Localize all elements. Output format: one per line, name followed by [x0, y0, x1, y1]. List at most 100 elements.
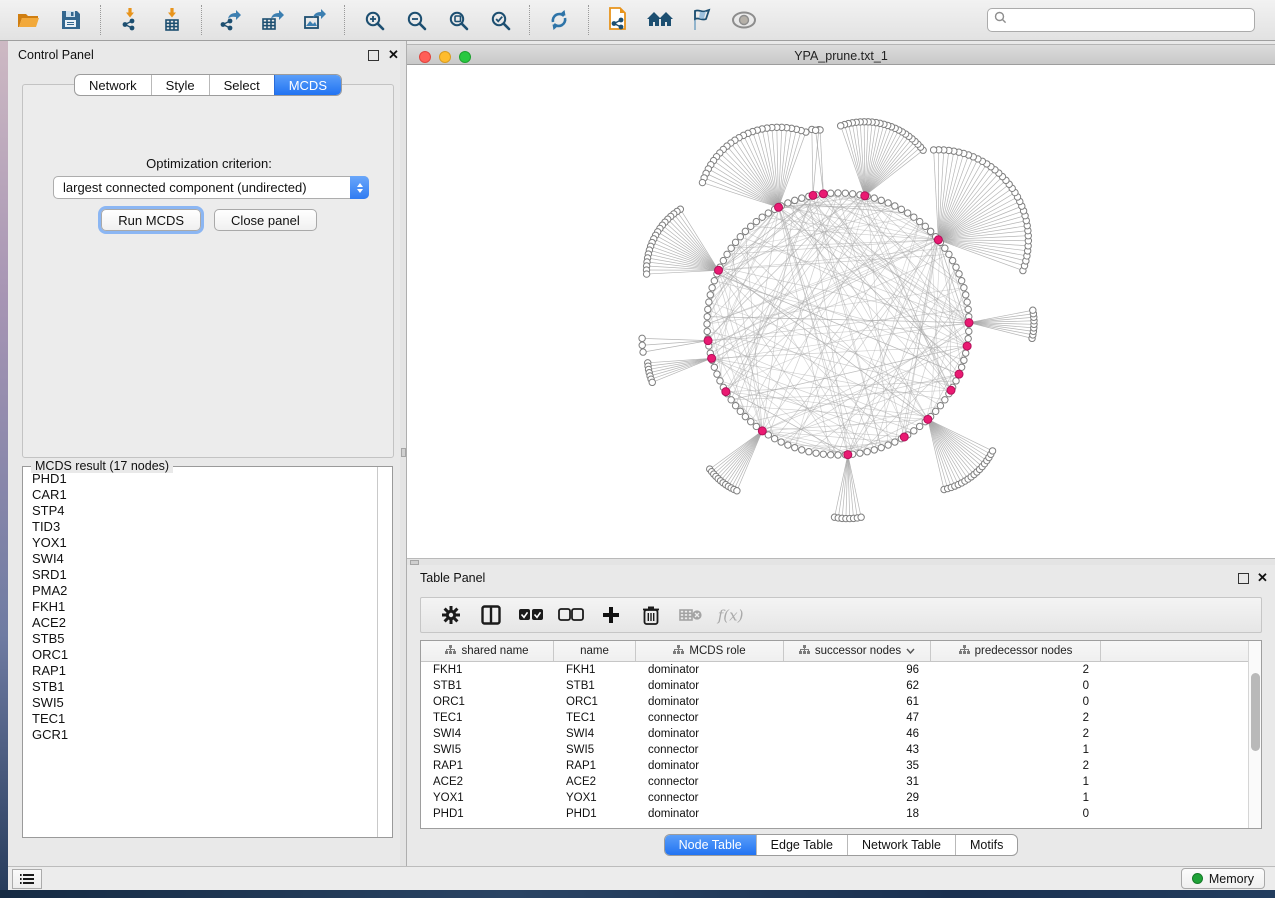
- cell-name[interactable]: FKH1: [554, 664, 636, 676]
- graph-node[interactable]: [799, 195, 805, 201]
- cell-successor-nodes[interactable]: 43: [784, 744, 931, 756]
- graph-node[interactable]: [748, 418, 754, 424]
- graph-node[interactable]: [720, 257, 726, 263]
- cell-MCDS-role[interactable]: dominator: [636, 808, 784, 820]
- mcds-result-item[interactable]: STB1: [24, 679, 376, 695]
- mcds-node[interactable]: [844, 451, 852, 459]
- run-mcds-button[interactable]: Run MCDS: [101, 209, 201, 231]
- graph-node[interactable]: [930, 147, 936, 153]
- graph-node[interactable]: [911, 214, 917, 220]
- graph-node[interactable]: [704, 321, 710, 327]
- cell-predecessor-nodes[interactable]: 0: [931, 680, 1101, 692]
- mcds-node[interactable]: [722, 388, 730, 396]
- import-table-icon[interactable]: [157, 5, 187, 35]
- toggle-columns-icon[interactable]: [476, 600, 506, 630]
- graph-node[interactable]: [639, 342, 645, 348]
- splitter-handle[interactable]: [401, 448, 406, 457]
- graph-node[interactable]: [748, 223, 754, 229]
- network-document-icon[interactable]: [603, 5, 633, 35]
- cell-MCDS-role[interactable]: dominator: [636, 728, 784, 740]
- select-all-checkboxes-icon[interactable]: [516, 600, 546, 630]
- graph-node[interactable]: [953, 378, 959, 384]
- cell-shared-name[interactable]: YOX1: [421, 792, 554, 804]
- cell-successor-nodes[interactable]: 62: [784, 680, 931, 692]
- zoom-in-icon[interactable]: [359, 5, 389, 35]
- cell-shared-name[interactable]: SWI5: [421, 744, 554, 756]
- table-scrollbar[interactable]: [1248, 641, 1261, 828]
- cell-MCDS-role[interactable]: connector: [636, 792, 784, 804]
- cell-name[interactable]: YOX1: [554, 792, 636, 804]
- mcds-node[interactable]: [758, 427, 766, 435]
- tab-edge-table[interactable]: Edge Table: [756, 835, 847, 855]
- cell-predecessor-nodes[interactable]: 2: [931, 760, 1101, 772]
- cell-predecessor-nodes[interactable]: 2: [931, 712, 1101, 724]
- graph-node[interactable]: [922, 223, 928, 229]
- graph-node[interactable]: [911, 428, 917, 434]
- graph-node[interactable]: [728, 397, 734, 403]
- cell-name[interactable]: SWI5: [554, 744, 636, 756]
- cell-successor-nodes[interactable]: 96: [784, 664, 931, 676]
- graph-node[interactable]: [728, 245, 734, 251]
- mcds-result-item[interactable]: FKH1: [24, 599, 376, 615]
- close-panel-button[interactable]: Close panel: [214, 209, 317, 231]
- mcds-result-item[interactable]: CAR1: [24, 487, 376, 503]
- cell-shared-name[interactable]: ORC1: [421, 696, 554, 708]
- mcds-node[interactable]: [708, 354, 716, 362]
- column-header-shared-name[interactable]: shared name: [421, 641, 554, 661]
- cell-predecessor-nodes[interactable]: 1: [931, 776, 1101, 788]
- open-file-icon[interactable]: [14, 5, 44, 35]
- cell-MCDS-role[interactable]: dominator: [636, 664, 784, 676]
- mcds-node[interactable]: [861, 192, 869, 200]
- mcds-result-item[interactable]: TEC1: [24, 711, 376, 727]
- graph-node[interactable]: [699, 179, 705, 185]
- cell-name[interactable]: TEC1: [554, 712, 636, 724]
- graph-node[interactable]: [892, 203, 898, 209]
- cell-predecessor-nodes[interactable]: 0: [931, 696, 1101, 708]
- export-table-icon[interactable]: [258, 5, 288, 35]
- graph-node[interactable]: [963, 350, 969, 356]
- mcds-result-item[interactable]: SRD1: [24, 567, 376, 583]
- mcds-result-item[interactable]: STB5: [24, 631, 376, 647]
- table-row[interactable]: ACE2ACE2connector311: [421, 774, 1249, 790]
- home-networks-icon[interactable]: [645, 5, 675, 35]
- graph-node[interactable]: [639, 335, 645, 341]
- cell-shared-name[interactable]: STB1: [421, 680, 554, 692]
- settings-gear-icon[interactable]: [436, 600, 466, 630]
- mcds-result-item[interactable]: SWI5: [24, 695, 376, 711]
- mcds-result-item[interactable]: PMA2: [24, 583, 376, 599]
- graph-node[interactable]: [937, 402, 943, 408]
- cell-successor-nodes[interactable]: 35: [784, 760, 931, 772]
- graph-node[interactable]: [707, 292, 713, 298]
- graph-node[interactable]: [849, 191, 855, 197]
- graph-node[interactable]: [792, 444, 798, 450]
- network-graph[interactable]: [407, 65, 1275, 558]
- tab-node-table[interactable]: Node Table: [665, 835, 756, 855]
- graph-node[interactable]: [904, 210, 910, 216]
- cell-successor-nodes[interactable]: 47: [784, 712, 931, 724]
- mcds-node[interactable]: [819, 190, 827, 198]
- table-row[interactable]: FKH1FKH1dominator962: [421, 662, 1249, 678]
- graph-node[interactable]: [753, 218, 759, 224]
- cell-predecessor-nodes[interactable]: 0: [931, 808, 1101, 820]
- graph-node[interactable]: [989, 448, 995, 454]
- graph-node[interactable]: [885, 442, 891, 448]
- mcds-node[interactable]: [963, 342, 971, 350]
- graph-node[interactable]: [711, 278, 717, 284]
- graph-node[interactable]: [742, 228, 748, 234]
- cell-successor-nodes[interactable]: 61: [784, 696, 931, 708]
- graph-node[interactable]: [966, 328, 972, 334]
- graph-node[interactable]: [958, 364, 964, 370]
- graph-node[interactable]: [1030, 307, 1036, 313]
- graph-node[interactable]: [892, 439, 898, 445]
- graph-node[interactable]: [759, 214, 765, 220]
- cell-successor-nodes[interactable]: 31: [784, 776, 931, 788]
- cell-name[interactable]: ORC1: [554, 696, 636, 708]
- mcds-result-item[interactable]: STP4: [24, 503, 376, 519]
- cell-MCDS-role[interactable]: dominator: [636, 760, 784, 772]
- mcds-node[interactable]: [924, 415, 932, 423]
- mcds-node[interactable]: [704, 337, 712, 345]
- graph-node[interactable]: [932, 408, 938, 414]
- delete-rows-icon[interactable]: [636, 600, 666, 630]
- graph-node[interactable]: [963, 292, 969, 298]
- cell-successor-nodes[interactable]: 18: [784, 808, 931, 820]
